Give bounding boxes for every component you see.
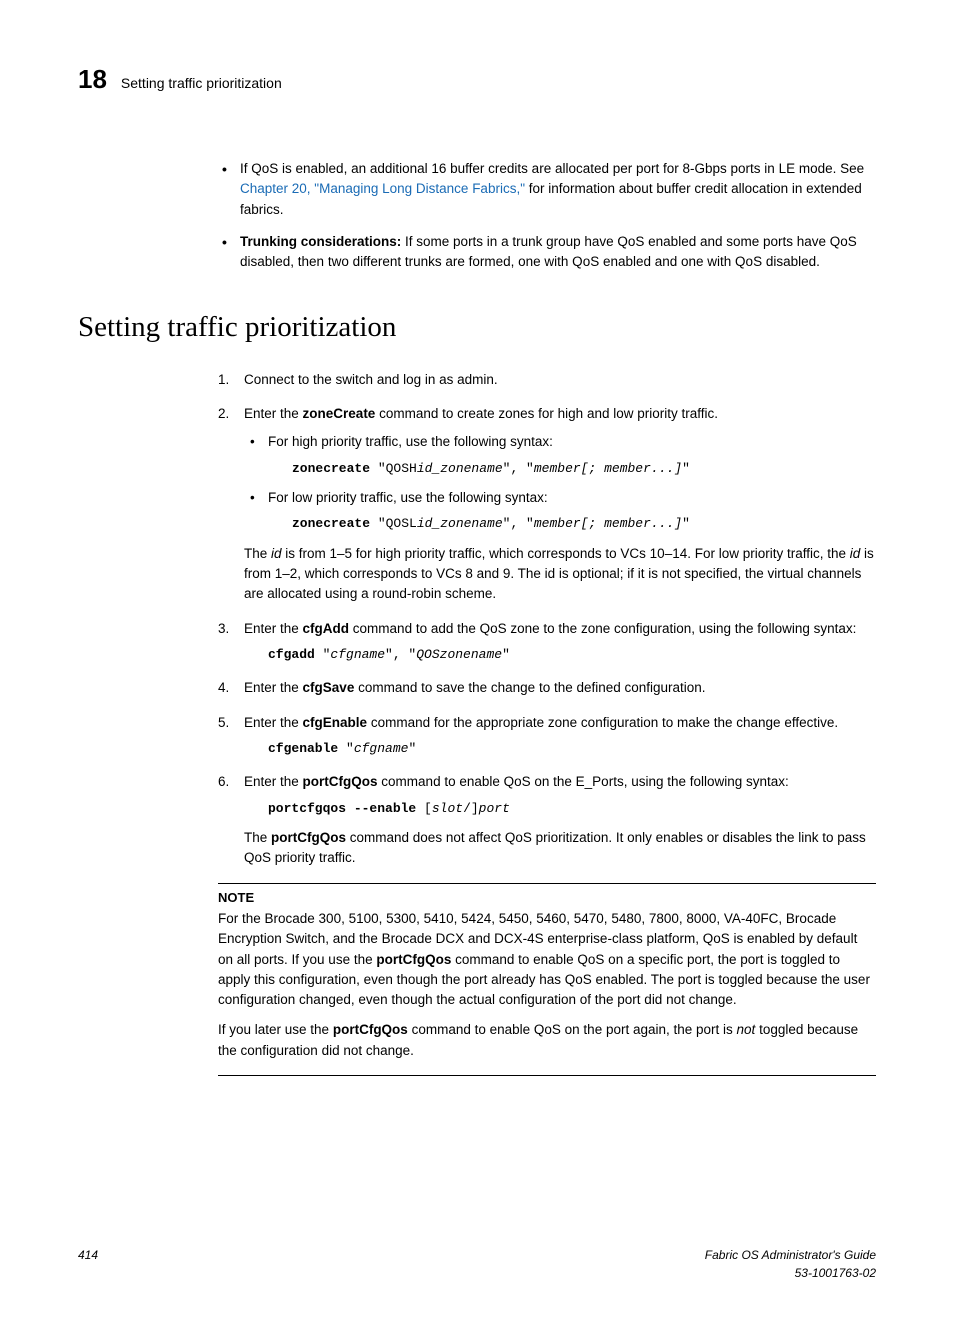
note-paragraph-2: If you later use the portCfgQos command …: [218, 1020, 876, 1061]
command-name: zoneCreate: [303, 406, 376, 421]
step-2-high: For high priority traffic, use the follo…: [244, 432, 876, 478]
step-2-low: For low priority traffic, use the follow…: [244, 488, 876, 534]
section-heading: Setting traffic prioritization: [78, 306, 876, 350]
text: command to create zones for high and low…: [375, 406, 718, 421]
text: Connect to the switch and log in as admi…: [244, 372, 498, 387]
xref-link[interactable]: Chapter 20, "Managing Long Distance Fabr…: [240, 181, 525, 196]
command-name: portCfgQos: [376, 952, 451, 967]
intro-bullet-1: If QoS is enabled, an additional 16 buff…: [218, 159, 876, 220]
command-name: cfgEnable: [303, 715, 368, 730]
code-sample: zonecreate "QOSHid_zonename", "member[; …: [268, 459, 876, 479]
command-name: portCfgQos: [333, 1022, 408, 1037]
step-6-note: The portCfgQos command does not affect Q…: [244, 828, 876, 869]
step-3: Enter the cfgAdd command to add the QoS …: [218, 619, 876, 665]
doc-number: 53-1001763-02: [705, 1264, 876, 1282]
guide-title: Fabric OS Administrator's Guide: [705, 1246, 876, 1264]
note-rule-bottom: [218, 1075, 876, 1076]
code-sample: zonecreate "QOSLid_zonename", "member[; …: [268, 514, 876, 534]
steps-block: Connect to the switch and log in as admi…: [218, 370, 876, 1076]
text: If QoS is enabled, an additional 16 buff…: [240, 161, 864, 176]
running-title: Setting traffic prioritization: [121, 73, 282, 94]
intro-block: If QoS is enabled, an additional 16 buff…: [218, 159, 876, 272]
step-6: Enter the portCfgQos command to enable Q…: [218, 772, 876, 868]
text: For high priority traffic, use the follo…: [268, 434, 553, 449]
step-2: Enter the zoneCreate command to create z…: [218, 404, 876, 605]
page-header: 18 Setting traffic prioritization: [78, 60, 876, 99]
step-1: Connect to the switch and log in as admi…: [218, 370, 876, 390]
code-sample: cfgadd "cfgname", "QOSzonename": [244, 645, 876, 665]
text: Enter the: [244, 406, 303, 421]
note-rule-top: [218, 883, 876, 884]
command-name: cfgSave: [303, 680, 355, 695]
intro-bullet-2: Trunking considerations: If some ports i…: [218, 232, 876, 273]
step-4: Enter the cfgSave command to save the ch…: [218, 678, 876, 698]
step-5: Enter the cfgEnable command for the appr…: [218, 713, 876, 759]
command-name: portCfgQos: [271, 830, 346, 845]
code-sample: cfgenable "cfgname": [244, 739, 876, 759]
bullet-lead: Trunking considerations:: [240, 234, 401, 249]
note-paragraph-1: For the Brocade 300, 5100, 5300, 5410, 5…: [218, 909, 876, 1010]
page-number: 414: [78, 1246, 98, 1282]
chapter-number: 18: [78, 60, 107, 99]
step-2-explanation: The id is from 1–5 for high priority tra…: [244, 544, 876, 605]
command-name: portCfgQos: [303, 774, 378, 789]
note-label: NOTE: [218, 888, 876, 908]
command-name: cfgAdd: [303, 621, 350, 636]
text: For low priority traffic, use the follow…: [268, 490, 548, 505]
page-footer: 414 Fabric OS Administrator's Guide 53-1…: [78, 1246, 876, 1282]
code-sample: portcfgqos --enable [slot/]port: [244, 799, 876, 819]
